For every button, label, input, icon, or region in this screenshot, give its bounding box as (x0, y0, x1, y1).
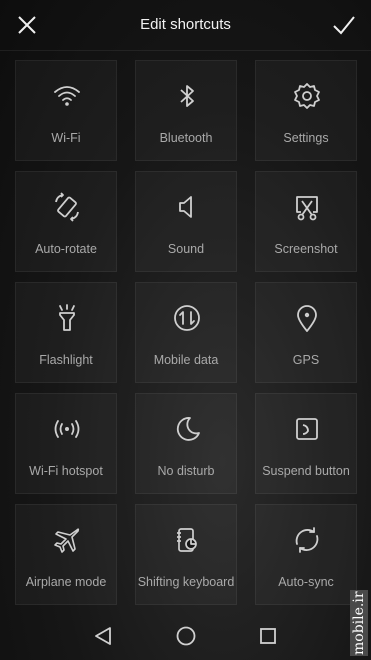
speaker-icon (172, 192, 202, 222)
top-bar: Edit shortcuts (0, 0, 371, 50)
tile-auto-sync[interactable]: Auto-sync (255, 504, 357, 605)
recents-square-icon[interactable] (257, 625, 279, 647)
tile-label: Mobile data (153, 353, 219, 367)
tile-gps[interactable]: GPS (255, 282, 357, 383)
hotspot-icon (52, 414, 82, 444)
tile-settings[interactable]: Settings (255, 60, 357, 161)
tile-label: Airplane mode (25, 575, 107, 589)
watermark: mobile.ir (350, 590, 368, 656)
tile-wifi[interactable]: Wi-Fi (15, 60, 117, 161)
navigation-bar (0, 612, 371, 660)
tile-flashlight[interactable]: Flashlight (15, 282, 117, 383)
screenshot-icon (292, 192, 322, 222)
checkmark-icon[interactable] (331, 12, 357, 38)
tile-suspend-button[interactable]: Suspend button (255, 393, 357, 494)
tile-label: Wi-Fi (51, 131, 81, 145)
tile-screenshot[interactable]: Screenshot (255, 171, 357, 272)
tile-wifi-hotspot[interactable]: Wi-Fi hotspot (15, 393, 117, 494)
tile-label: Shifting keyboard (137, 575, 235, 589)
suspend-button-icon (292, 414, 322, 444)
sync-icon (292, 525, 322, 555)
home-circle-icon[interactable] (175, 625, 197, 647)
tile-label: Sound (167, 242, 205, 256)
tile-sound[interactable]: Sound (135, 171, 237, 272)
tile-label: GPS (292, 353, 320, 367)
header-divider (0, 50, 371, 51)
wifi-icon (52, 81, 82, 111)
tile-airplane-mode[interactable]: Airplane mode (15, 504, 117, 605)
moon-icon (172, 414, 202, 444)
airplane-icon (52, 525, 82, 555)
tile-bluetooth[interactable]: Bluetooth (135, 60, 237, 161)
page-title: Edit shortcuts (140, 16, 231, 33)
tile-no-disturb[interactable]: No disturb (135, 393, 237, 494)
tile-label: Auto-rotate (35, 242, 97, 256)
gear-icon (292, 81, 322, 111)
location-pin-icon (292, 303, 322, 333)
bluetooth-icon (172, 81, 202, 111)
shifting-keyboard-icon (172, 525, 202, 555)
tile-mobile-data[interactable]: Mobile data (135, 282, 237, 383)
tile-label: Wi-Fi hotspot (29, 464, 103, 478)
tile-label: No disturb (157, 464, 215, 478)
tile-label: Flashlight (39, 353, 93, 367)
auto-rotate-icon (52, 192, 82, 222)
tile-label: Auto-sync (278, 575, 334, 589)
mobile-data-icon (172, 303, 202, 333)
tile-shifting-keyboard[interactable]: Shifting keyboard (135, 504, 237, 605)
flashlight-icon (52, 303, 82, 333)
back-triangle-icon[interactable] (92, 625, 114, 647)
tile-label: Suspend button (262, 464, 350, 478)
tile-label: Screenshot (274, 242, 338, 256)
tile-label: Settings (283, 131, 329, 145)
tile-label: Bluetooth (159, 131, 213, 145)
tile-auto-rotate[interactable]: Auto-rotate (15, 171, 117, 272)
